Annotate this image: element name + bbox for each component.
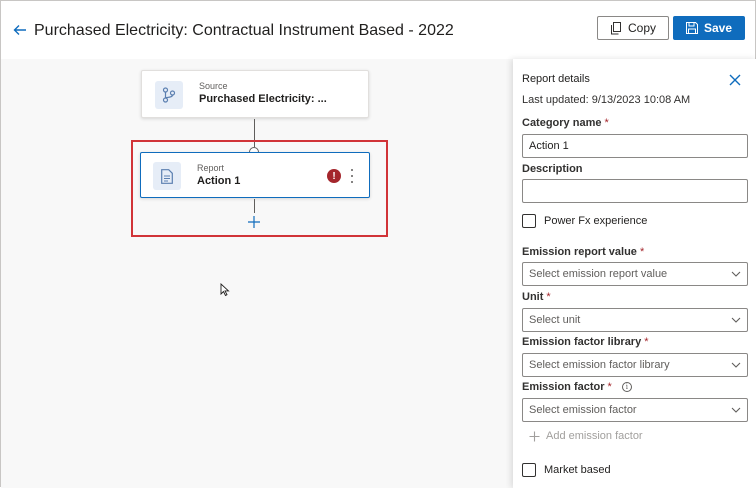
- save-icon: [685, 22, 698, 34]
- close-icon[interactable]: [728, 73, 742, 87]
- report-details-panel: Report details Last updated: 9/13/2023 1…: [513, 59, 756, 488]
- save-button-label: Save: [703, 21, 733, 35]
- plus-icon: [529, 431, 540, 441]
- page-title: Purchased Electricity: Contractual Instr…: [34, 22, 454, 39]
- source-node-kind: Source: [199, 81, 228, 91]
- add-step-icon[interactable]: [247, 215, 261, 229]
- source-node-name: Purchased Electricity: ...: [199, 93, 327, 105]
- source-node[interactable]: Source Purchased Electricity: ...: [141, 70, 369, 118]
- chevron-down-icon: [731, 362, 741, 368]
- error-icon: !: [327, 169, 341, 183]
- market-based-checkbox-box[interactable]: [522, 463, 536, 477]
- document-icon: [153, 162, 181, 190]
- unit-label: Unit *: [522, 291, 551, 303]
- market-based-checkbox[interactable]: Market based: [522, 463, 611, 477]
- connector-line: [254, 199, 255, 213]
- description-label: Description: [522, 163, 583, 175]
- power-fx-checkbox[interactable]: Power Fx experience: [522, 214, 647, 228]
- report-node-name: Action 1: [197, 175, 241, 187]
- chevron-down-icon: [731, 317, 741, 323]
- category-name-label: Category name *: [522, 117, 609, 129]
- more-options-icon[interactable]: [347, 167, 357, 185]
- panel-title: Report details: [522, 73, 590, 85]
- chevron-down-icon: [731, 407, 741, 413]
- chevron-down-icon: [731, 271, 741, 277]
- add-emission-factor-label: Add emission factor: [546, 430, 643, 442]
- copy-button-label: Copy: [627, 21, 656, 35]
- category-name-input[interactable]: Action 1: [522, 134, 748, 158]
- emission-report-value-select[interactable]: Select emission report value: [522, 262, 748, 286]
- power-fx-label: Power Fx experience: [544, 215, 648, 227]
- power-fx-checkbox-box[interactable]: [522, 214, 536, 228]
- branch-icon: [155, 81, 183, 109]
- add-emission-factor-button[interactable]: Add emission factor: [529, 430, 643, 442]
- emission-factor-select[interactable]: Select emission factor: [522, 398, 748, 422]
- unit-placeholder: Select unit: [529, 314, 581, 326]
- copy-icon: [610, 21, 621, 34]
- description-input[interactable]: [522, 179, 748, 203]
- page-header: Purchased Electricity: Contractual Instr…: [1, 1, 756, 59]
- unit-select[interactable]: Select unit: [522, 308, 748, 332]
- flow-canvas[interactable]: Source Purchased Electricity: ... Report…: [1, 59, 513, 488]
- emission-factor-placeholder: Select emission factor: [529, 404, 637, 416]
- last-updated-text: Last updated: 9/13/2023 10:08 AM: [522, 94, 691, 106]
- mouse-cursor-icon: [220, 283, 230, 297]
- emission-factor-library-label: Emission factor library *: [522, 336, 649, 348]
- report-node-kind: Report: [197, 163, 225, 173]
- market-based-label: Market based: [544, 464, 611, 476]
- save-button[interactable]: Save: [673, 16, 745, 40]
- report-node[interactable]: Report Action 1 !: [140, 152, 370, 198]
- emission-factor-label: Emission factor * i: [522, 381, 632, 393]
- emission-factor-library-select[interactable]: Select emission factor library: [522, 353, 748, 377]
- back-arrow-icon[interactable]: [13, 23, 27, 37]
- connector-line: [254, 119, 255, 147]
- info-icon[interactable]: i: [621, 382, 632, 392]
- emission-report-value-label: Emission report value *: [522, 246, 645, 258]
- emission-factor-library-placeholder: Select emission factor library: [529, 359, 670, 371]
- copy-button[interactable]: Copy: [597, 16, 669, 40]
- emission-report-value-placeholder: Select emission report value: [529, 268, 668, 280]
